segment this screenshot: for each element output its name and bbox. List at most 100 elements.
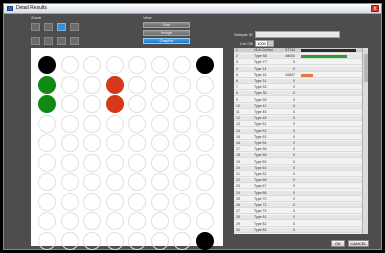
plate-well[interactable]: [150, 134, 169, 152]
plate-well[interactable]: [83, 75, 101, 94]
cancel-button[interactable]: CANCEL: [348, 240, 369, 247]
table-row[interactable]: 24 Type 68 0: [234, 190, 362, 196]
plate-well[interactable]: [38, 153, 56, 172]
table-row[interactable]: 13 Type 51 0: [234, 122, 362, 128]
plate-well[interactable]: [195, 56, 214, 74]
plate-well[interactable]: [128, 153, 146, 172]
scrollbar-thumb[interactable]: [364, 54, 368, 82]
table-row[interactable]: 22 Type 66 0: [234, 178, 362, 184]
plate-well[interactable]: [105, 173, 124, 191]
plate-well[interactable]: [38, 75, 56, 94]
plate-well[interactable]: [38, 95, 56, 113]
plate-well[interactable]: [128, 114, 146, 133]
plate-well[interactable]: [173, 212, 191, 230]
table-row[interactable]: 4 Type 14 0: [234, 66, 362, 72]
table-row[interactable]: 5 Type 16 10847: [234, 73, 362, 78]
plate-well[interactable]: [105, 192, 124, 211]
plate-well[interactable]: [83, 231, 101, 250]
table-scrollbar[interactable]: [362, 48, 368, 234]
plate-well[interactable]: [83, 173, 101, 191]
cutoff-select[interactable]: 1000: [255, 40, 274, 47]
plate-well[interactable]: [83, 95, 101, 113]
plate-well[interactable]: [38, 56, 56, 74]
plate-well[interactable]: [150, 192, 169, 211]
table-row[interactable]: 20 Type 61 0: [234, 165, 362, 171]
plate-well[interactable]: [173, 231, 191, 250]
plate-well[interactable]: [173, 134, 191, 152]
plate-well[interactable]: [38, 134, 56, 152]
plate-well[interactable]: [38, 173, 56, 191]
plate-well[interactable]: [173, 56, 191, 74]
table-row[interactable]: 14 Type 52 0: [234, 128, 362, 134]
table-row[interactable]: 27 Type 73 0: [234, 209, 362, 215]
plate-well[interactable]: [195, 231, 214, 250]
plate-well[interactable]: [60, 173, 79, 191]
plate-well[interactable]: [128, 192, 146, 211]
view-image-button[interactable]: Image: [143, 30, 190, 36]
plate-well[interactable]: [195, 153, 214, 172]
view-grid-button[interactable]: Grid: [143, 22, 190, 28]
plate-well[interactable]: [83, 114, 101, 133]
plate-well[interactable]: [173, 153, 191, 172]
view-graphic-button[interactable]: Graphic: [143, 38, 190, 44]
table-row[interactable]: 11 Type 45 0: [234, 110, 362, 115]
zoom-cell-5[interactable]: [31, 37, 40, 45]
table-row[interactable]: 3 Type Y7 0: [234, 60, 362, 66]
table-row[interactable]: 12 Type 48 0: [234, 116, 362, 122]
plate-well[interactable]: [195, 75, 214, 94]
table-row[interactable]: 21 Type 62 0: [234, 172, 362, 177]
plate-well[interactable]: [195, 134, 214, 152]
plate-well[interactable]: [60, 212, 79, 230]
table-row[interactable]: 19 Type 59 0: [234, 160, 362, 165]
plate-well[interactable]: [105, 212, 124, 230]
title-bar[interactable]: Detail Results x: [4, 4, 381, 14]
plate-well[interactable]: [105, 134, 124, 152]
table-row[interactable]: 17 Type 56 0: [234, 147, 362, 153]
plate-well[interactable]: [105, 95, 124, 113]
plate-well[interactable]: [173, 75, 191, 94]
plate-well[interactable]: [150, 114, 169, 133]
table-row[interactable]: 18 Type 58 0: [234, 153, 362, 159]
table-row[interactable]: 9 Type 39 0: [234, 98, 362, 103]
zoom-cell-7[interactable]: [57, 37, 66, 45]
plate-well[interactable]: [128, 173, 146, 191]
table-row[interactable]: 29 Type 82 0: [234, 222, 362, 227]
plate-well[interactable]: [105, 153, 124, 172]
plate-well[interactable]: [195, 192, 214, 211]
plate-well[interactable]: [60, 75, 79, 94]
plate-well[interactable]: [150, 173, 169, 191]
plate-well[interactable]: [60, 95, 79, 113]
zoom-cell-2[interactable]: [44, 23, 53, 31]
plate-well[interactable]: [128, 231, 146, 250]
table-row[interactable]: 2 Type B8 48000: [234, 54, 362, 60]
table-row[interactable]: 26 Type 72 0: [234, 203, 362, 208]
plate-well[interactable]: [60, 153, 79, 172]
ok-button[interactable]: OK: [331, 240, 345, 247]
close-button[interactable]: x: [371, 5, 379, 12]
plate-well[interactable]: [83, 134, 101, 152]
plate-well[interactable]: [38, 192, 56, 211]
zoom-cell-8[interactable]: [70, 37, 79, 45]
plate-well[interactable]: [60, 231, 79, 250]
plate-well[interactable]: [83, 153, 101, 172]
plate-well[interactable]: [38, 231, 56, 250]
plate-well[interactable]: [60, 134, 79, 152]
table-row[interactable]: 25 Type 70 0: [234, 197, 362, 202]
plate-well[interactable]: [173, 173, 191, 191]
table-row[interactable]: 15 Type 53 0: [234, 135, 362, 140]
table-row[interactable]: 28 Type 81 0: [234, 215, 362, 221]
plate-well[interactable]: [60, 114, 79, 133]
plate-well[interactable]: [105, 56, 124, 74]
plate-well[interactable]: [195, 173, 214, 191]
plate-well[interactable]: [173, 192, 191, 211]
zoom-cell-4[interactable]: [70, 23, 79, 31]
table-row[interactable]: 7 Type 33 0: [234, 85, 362, 91]
plate-well[interactable]: [195, 114, 214, 133]
plate-well[interactable]: [150, 95, 169, 113]
plate-well[interactable]: [38, 114, 56, 133]
plate-well[interactable]: [128, 56, 146, 74]
plate-well[interactable]: [83, 192, 101, 211]
plate-well[interactable]: [128, 75, 146, 94]
plate-well[interactable]: [105, 114, 124, 133]
table-row[interactable]: 30 Type 83 0: [234, 227, 362, 233]
